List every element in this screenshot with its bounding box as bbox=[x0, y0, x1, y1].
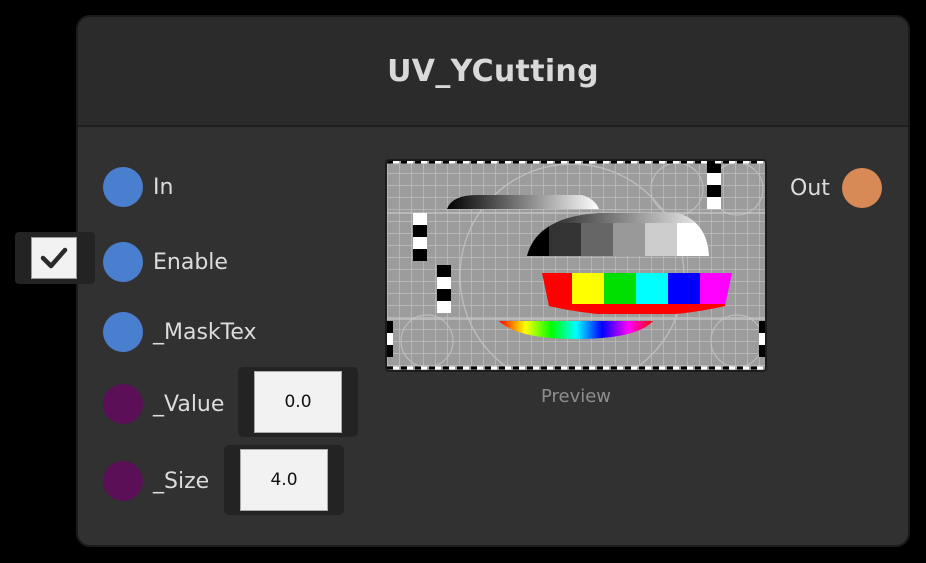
port-enable-label: Enable bbox=[153, 249, 228, 275]
port-in-connector[interactable] bbox=[103, 167, 143, 207]
node-title: UV_YCutting bbox=[387, 53, 599, 89]
enable-toggle-container bbox=[15, 232, 95, 284]
port-enable-connector[interactable] bbox=[103, 242, 143, 282]
preview-image[interactable] bbox=[385, 159, 767, 372]
checkmark-icon bbox=[40, 247, 68, 269]
port-in[interactable]: In bbox=[103, 167, 173, 207]
preview-label: Preview bbox=[540, 386, 612, 407]
port-out[interactable]: Out bbox=[790, 168, 882, 208]
size-field-container: 4.0 bbox=[224, 445, 344, 515]
canvas: UV_YCutting In Enable _MaskTex _Value _S… bbox=[0, 0, 926, 563]
port-masktex[interactable]: _MaskTex bbox=[103, 312, 257, 352]
port-value-label: _Value bbox=[153, 391, 225, 417]
value-input[interactable]: 0.0 bbox=[254, 371, 342, 433]
test-pattern-image bbox=[387, 161, 765, 370]
port-size-connector[interactable] bbox=[103, 461, 143, 501]
port-size-label: _Size bbox=[153, 468, 210, 494]
port-enable[interactable]: Enable bbox=[103, 242, 228, 282]
port-out-label: Out bbox=[790, 175, 830, 201]
port-size[interactable]: _Size bbox=[103, 461, 209, 501]
enable-checkbox[interactable] bbox=[31, 237, 77, 279]
port-masktex-label: _MaskTex bbox=[153, 319, 257, 345]
port-in-label: In bbox=[153, 174, 174, 200]
port-value-connector[interactable] bbox=[103, 384, 143, 424]
port-masktex-connector[interactable] bbox=[103, 312, 143, 352]
port-value[interactable]: _Value bbox=[103, 384, 224, 424]
size-input[interactable]: 4.0 bbox=[240, 449, 328, 511]
node-header[interactable]: UV_YCutting bbox=[78, 17, 908, 127]
port-out-connector[interactable] bbox=[841, 168, 882, 208]
value-field-container: 0.0 bbox=[238, 367, 358, 437]
